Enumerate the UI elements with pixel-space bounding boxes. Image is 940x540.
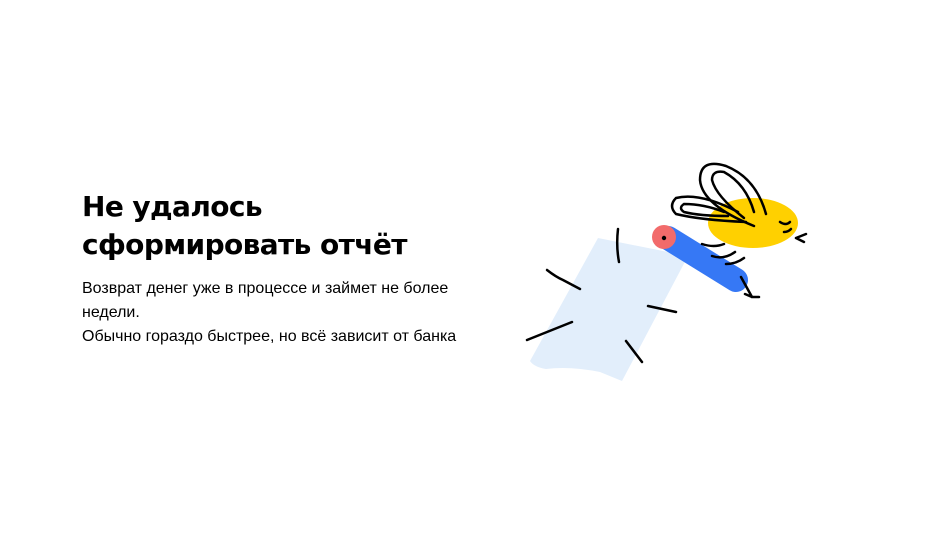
- error-title-line: Не удалось: [82, 190, 263, 223]
- description-line: Возврат денег уже в процессе и займет не…: [82, 280, 449, 297]
- error-page: Не удалось сформировать отчёт Возврат де…: [0, 0, 940, 540]
- error-title: Не удалось сформировать отчёт: [82, 188, 482, 264]
- error-description: Возврат денег уже в процессе и займет не…: [82, 277, 482, 349]
- bee-with-pen-illustration: [525, 162, 808, 381]
- description-line: Обычно гораздо быстрее, но всё зависит о…: [82, 328, 457, 345]
- error-title-line: сформировать отчёт: [82, 228, 407, 261]
- error-message: Не удалось сформировать отчёт Возврат де…: [82, 188, 482, 349]
- description-line: недели.: [82, 304, 140, 321]
